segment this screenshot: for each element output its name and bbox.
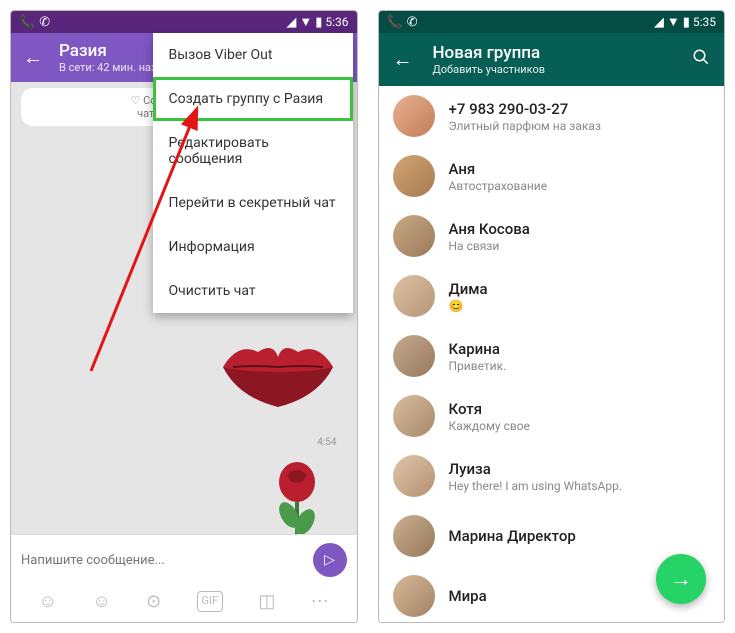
sticker-icon[interactable]: ☺ bbox=[92, 591, 110, 612]
contact-row[interactable]: Аня Косова На связи bbox=[379, 206, 725, 266]
avatar bbox=[393, 395, 435, 437]
contact-row[interactable]: Аня Автострахование bbox=[379, 146, 725, 206]
menu-secret-chat[interactable]: Перейти в секретный чат bbox=[153, 181, 353, 225]
contact-name: Аня bbox=[449, 160, 548, 178]
send-button[interactable]: ▷ bbox=[313, 543, 347, 577]
message-input[interactable] bbox=[21, 553, 305, 568]
contact-row[interactable]: +7 983 290-03-27 Элитный парфюм на заказ bbox=[379, 86, 725, 146]
fab-next-button[interactable]: → bbox=[656, 554, 706, 604]
emoji-icon[interactable]: ☺ bbox=[39, 591, 57, 612]
avatar bbox=[393, 335, 435, 377]
contact-name: Аня Косова bbox=[449, 220, 530, 238]
contact-name: Котя bbox=[449, 400, 530, 418]
page-subtitle: Добавить участников bbox=[433, 63, 546, 76]
sticker-rose-row bbox=[267, 457, 327, 534]
menu-clear-chat[interactable]: Очистить чат bbox=[153, 269, 353, 313]
contact-status: Приветик. bbox=[449, 359, 507, 373]
contact-name: Дима bbox=[449, 280, 488, 298]
menu-edit-messages[interactable]: Редактировать сообщения bbox=[153, 121, 353, 181]
contact-row[interactable]: Карина Приветик. bbox=[379, 326, 725, 386]
message-time-2: 4:54 bbox=[317, 437, 336, 448]
menu-viber-out[interactable]: Вызов Viber Out bbox=[153, 33, 353, 77]
camera-icon[interactable]: ⊙ bbox=[146, 591, 161, 612]
contact-status: На связи bbox=[449, 239, 530, 253]
signal-icon: ◢ bbox=[654, 15, 664, 30]
avatar bbox=[393, 575, 435, 617]
viber-footer: ▷ ☺ ☺ ⊙ GIF ◫ ⋯ bbox=[11, 534, 357, 622]
whatsapp-icon: ✆ bbox=[39, 15, 50, 30]
contact-name: Мира bbox=[449, 587, 487, 605]
viber-status-bar: 📞 ✆ ◢ ▼ ▮ 5:36 bbox=[11, 11, 357, 33]
battery-icon: ▮ bbox=[315, 15, 322, 30]
avatar bbox=[393, 155, 435, 197]
back-button[interactable]: ← bbox=[393, 47, 413, 72]
contact-list[interactable]: +7 983 290-03-27 Элитный парфюм на заказ… bbox=[379, 86, 725, 622]
phone-icon: 📞 bbox=[387, 15, 403, 30]
context-menu: Вызов Viber Out Создать группу с Разия Р… bbox=[153, 33, 353, 313]
avatar bbox=[393, 215, 435, 257]
status-time: 5:35 bbox=[693, 15, 716, 29]
whatsapp-phone: 📞 ✆ ◢ ▼ ▮ 5:35 ← Новая группа Добавить у… bbox=[378, 10, 726, 623]
search-button[interactable] bbox=[692, 48, 710, 71]
menu-info[interactable]: Информация bbox=[153, 225, 353, 269]
wa-status-bar: 📞 ✆ ◢ ▼ ▮ 5:35 bbox=[379, 11, 725, 33]
avatar bbox=[393, 95, 435, 137]
back-button[interactable]: ← bbox=[23, 45, 43, 70]
page-title: Новая группа bbox=[433, 43, 546, 63]
arrow-right-icon: → bbox=[670, 566, 692, 592]
avatar bbox=[393, 515, 435, 557]
contact-status: Hey there! I am using WhatsApp. bbox=[449, 479, 623, 493]
phone-icon: 📞 bbox=[19, 15, 35, 30]
sticker-lips-row bbox=[213, 327, 343, 422]
wa-header: ← Новая группа Добавить участников bbox=[379, 33, 725, 86]
menu-create-group[interactable]: Создать группу с Разия bbox=[153, 77, 353, 121]
viber-phone: 📞 ✆ ◢ ▼ ▮ 5:36 ← Разия В сети: 42 мин. н… bbox=[10, 10, 358, 623]
contact-row[interactable]: Луиза Hey there! I am using WhatsApp. bbox=[379, 446, 725, 506]
signal-icon: ◢ bbox=[286, 15, 296, 30]
lips-sticker[interactable] bbox=[213, 327, 343, 422]
contact-row[interactable]: Дима 😊 bbox=[379, 266, 725, 326]
rose-sticker[interactable] bbox=[267, 457, 327, 534]
send-icon: ▷ bbox=[324, 552, 335, 568]
battery-icon: ▮ bbox=[683, 15, 690, 30]
contact-name: Луиза bbox=[449, 460, 623, 478]
whatsapp-icon: ✆ bbox=[407, 15, 418, 30]
gif-icon[interactable]: GIF bbox=[197, 591, 224, 612]
avatar bbox=[393, 455, 435, 497]
attachment-icon[interactable]: ◫ bbox=[258, 591, 275, 612]
wifi-icon: ▼ bbox=[667, 14, 680, 30]
contact-row[interactable]: Котя Каждому свое bbox=[379, 386, 725, 446]
contact-name: Карина bbox=[449, 340, 507, 358]
contact-status: Каждому свое bbox=[449, 419, 530, 433]
contact-status: 😊 bbox=[449, 299, 488, 313]
contact-status: Элитный парфюм на заказ bbox=[449, 119, 601, 133]
status-time: 5:36 bbox=[325, 15, 348, 29]
contact-name: Марина Директор bbox=[449, 527, 576, 545]
avatar bbox=[393, 275, 435, 317]
wifi-icon: ▼ bbox=[299, 14, 312, 30]
more-icon[interactable]: ⋯ bbox=[311, 591, 329, 612]
contact-status: Автострахование bbox=[449, 179, 548, 193]
contact-name: +7 983 290-03-27 bbox=[449, 100, 601, 118]
